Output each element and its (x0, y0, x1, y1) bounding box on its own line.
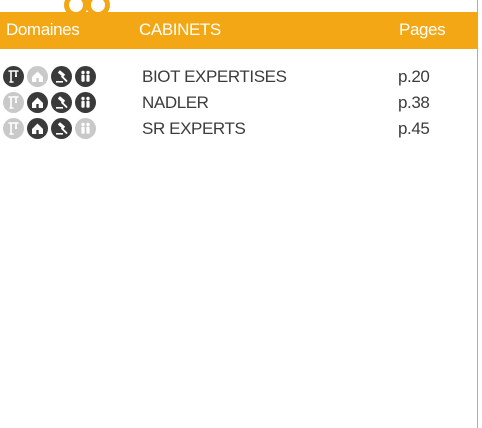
family-icon (75, 66, 96, 87)
cabinets-panel: Domaines CABINETS Pages BIOT EXPERTISES … (0, 0, 478, 428)
cabinet-page[interactable]: p.45 (398, 119, 430, 139)
house-icon (27, 92, 48, 113)
cabinet-row[interactable]: SR EXPERTS p.45 (0, 116, 470, 142)
header-cabinets: CABINETS (139, 20, 221, 39)
gavel-icon (51, 66, 72, 87)
cabinet-name[interactable]: NADLER (142, 93, 209, 113)
crane-icon (3, 66, 24, 87)
cabinet-page[interactable]: p.38 (398, 93, 430, 113)
header-pages: Pages (399, 20, 446, 39)
cabinet-row[interactable]: NADLER p.38 (0, 90, 470, 116)
cabinet-name[interactable]: SR EXPERTS (142, 119, 246, 139)
family-icon (75, 92, 96, 113)
table-header: Domaines CABINETS Pages (0, 12, 477, 49)
house-icon (27, 66, 48, 87)
crane-icon (3, 92, 24, 113)
crane-icon (3, 118, 24, 139)
header-domains: Domaines (6, 20, 80, 39)
family-icon (75, 118, 96, 139)
cabinet-page[interactable]: p.20 (398, 67, 430, 87)
house-icon (27, 118, 48, 139)
cabinet-row[interactable]: BIOT EXPERTISES p.20 (0, 64, 470, 90)
cabinet-name[interactable]: BIOT EXPERTISES (142, 67, 287, 87)
gavel-icon (51, 118, 72, 139)
gavel-icon (51, 92, 72, 113)
